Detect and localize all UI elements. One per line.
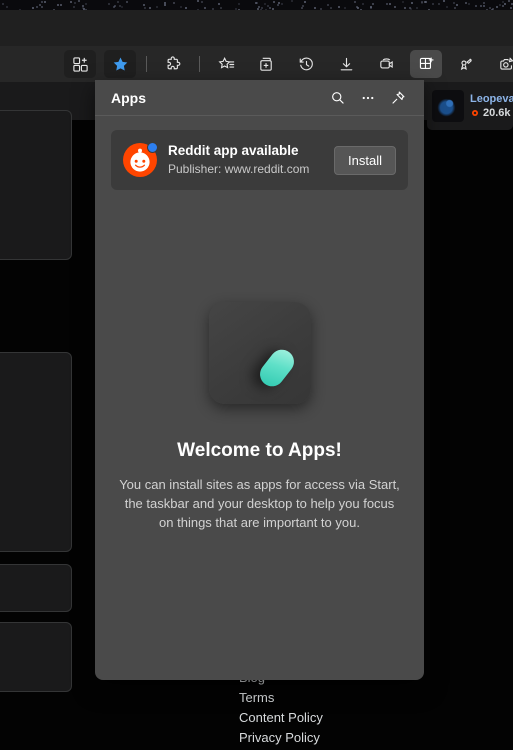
favorites-star-icon[interactable]	[104, 50, 136, 78]
notification-dot	[147, 142, 158, 153]
post-score-label: 20.6k k	[483, 107, 513, 119]
post-text: n one	[0, 409, 62, 428]
app-name: Reddit app available	[168, 143, 299, 158]
games-icon[interactable]	[450, 50, 482, 78]
post-title: sy way	[0, 363, 62, 382]
drop-icon[interactable]	[370, 50, 402, 78]
empty-state-title: Welcome to Apps!	[177, 440, 342, 461]
post-text: rcular	[0, 159, 62, 178]
list-item[interactable]: sy way our... n one ge of your stall f m…	[0, 352, 72, 552]
post-text: stall	[0, 447, 62, 466]
browser-toolbar-icons	[0, 46, 513, 82]
favorites-list-icon[interactable]	[210, 50, 242, 78]
footer-link-terms[interactable]: Terms	[239, 688, 389, 708]
footer-link-content-policy[interactable]: Content Policy	[239, 708, 389, 728]
post-text: tton:	[0, 178, 62, 197]
history-icon[interactable]	[290, 50, 322, 78]
footer-link-privacy-policy[interactable]: Privacy Policy	[239, 728, 389, 748]
app-suggestion-card: Reddit app available Publisher: www.redd…	[111, 130, 408, 190]
apps-empty-state: Welcome to Apps! You can install sites a…	[95, 302, 424, 532]
post-score: 20.6k k	[470, 107, 513, 119]
downloads-icon[interactable]	[330, 50, 362, 78]
list-item[interactable]	[0, 622, 72, 692]
reddit-icon	[123, 142, 158, 177]
post-text: m	[0, 140, 62, 159]
post-title-cont: our...	[0, 382, 62, 401]
apps-flyout-panel: Apps Reddit app available Publisher: www…	[95, 80, 424, 680]
app-publisher: Publisher: www.reddit.com	[168, 162, 310, 176]
search-icon[interactable]	[324, 85, 352, 111]
illustration-square	[208, 302, 311, 404]
pin-icon[interactable]	[384, 85, 412, 111]
post-username[interactable]: Leopeva6	[470, 93, 513, 105]
award-icon	[472, 110, 478, 116]
tab-strip	[0, 0, 513, 11]
apps-icon[interactable]	[410, 50, 442, 78]
empty-state-body: You can install sites as apps for access…	[119, 477, 400, 530]
apps-panel-header: Apps	[95, 80, 424, 116]
feed-column: of the m rcular tton: bubble sy way our.…	[0, 110, 72, 702]
toolbar-separator	[146, 56, 147, 72]
apps-panel-title: Apps	[111, 89, 146, 106]
list-item[interactable]	[0, 564, 72, 612]
more-options-icon[interactable]	[354, 85, 382, 111]
toolbar-separator	[199, 56, 200, 72]
collections-add-icon[interactable]	[64, 50, 96, 78]
browser-toolbar	[0, 10, 513, 47]
extensions-icon[interactable]	[157, 50, 189, 78]
apps-illustration-icon	[208, 302, 311, 404]
list-item[interactable]: of the m rcular tton: bubble	[0, 110, 72, 260]
post-text: ge of your	[0, 428, 62, 447]
screenshot-icon[interactable]	[490, 50, 513, 78]
footer-links: Blog Terms Content Policy Privacy Policy	[239, 668, 389, 748]
install-button[interactable]: Install	[334, 145, 396, 175]
post-thumbnail	[432, 90, 464, 122]
collections-icon[interactable]	[250, 50, 282, 78]
post-preview-chip[interactable]: Leopeva6 20.6k k	[427, 82, 513, 130]
